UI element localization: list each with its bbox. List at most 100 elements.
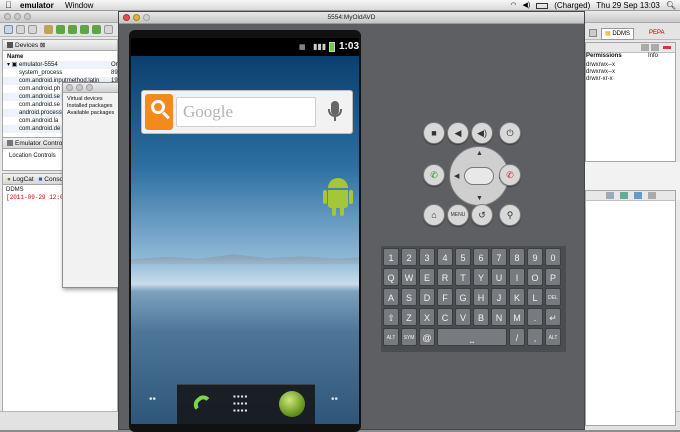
key-2[interactable]: 2 [401,248,417,266]
browser-globe-icon[interactable] [279,391,305,417]
volume-down-icon[interactable]: ◀ [447,122,469,144]
print-icon[interactable] [28,25,37,34]
tab-devices[interactable]: Devices ⊠ [3,40,117,51]
dpad-up-icon[interactable]: ▲ [476,150,483,157]
key-alt-left[interactable]: ALT [383,328,399,346]
zoom-dot-icon[interactable] [24,13,31,20]
tab-console[interactable]: Conso [44,176,63,183]
key-h[interactable]: H [473,288,489,306]
tool-icon[interactable] [80,25,89,34]
key-3[interactable]: 3 [419,248,435,266]
zoom-dot-icon[interactable] [86,84,93,91]
dpad-left-icon[interactable]: ◀ [454,172,459,180]
key-a[interactable]: A [383,288,399,306]
key-j[interactable]: J [491,288,507,306]
battery-icon[interactable] [536,2,549,9]
power-icon[interactable]: ⏻ [499,122,521,144]
key-del[interactable]: DEL [545,288,561,306]
info-column[interactable]: Info [648,53,658,59]
google-logo-icon[interactable] [145,94,173,130]
minimize-dot-icon[interactable] [76,84,83,91]
microphone-icon[interactable] [324,99,346,125]
dpad-down-icon[interactable]: ▼ [476,195,483,202]
key-k[interactable]: K [509,288,525,306]
key-m[interactable]: M [509,308,525,326]
tool-icon[interactable] [634,192,642,199]
key-7[interactable]: 7 [491,248,507,266]
app-launcher-icon[interactable]: ▪▪▪▪ ▪▪▪▪ ▪▪▪▪ [233,393,257,417]
key-0[interactable]: 0 [545,248,561,266]
search-button-icon[interactable]: ⚲ [499,204,521,226]
key-l[interactable]: L [527,288,543,306]
volume-up-icon[interactable]: ◀) [471,122,493,144]
key-at[interactable]: @ [419,328,435,346]
location-controls-label[interactable]: Location Controls [9,153,56,159]
camera-button-icon[interactable]: ■ [423,122,445,144]
delete-icon[interactable] [663,46,671,49]
dpad-center-button[interactable] [464,167,494,185]
google-search-widget[interactable]: Google [141,90,353,134]
close-dot-icon[interactable] [4,13,11,20]
key-comma[interactable]: , [527,328,543,346]
minimize-dot-icon[interactable] [14,13,21,20]
tool-icon[interactable] [606,192,614,199]
tool-icon[interactable] [56,25,65,34]
call-button-icon[interactable]: ✆ [423,164,445,186]
perspective-pepa[interactable]: PEPA [649,28,665,38]
key-alt-right[interactable]: ALT [545,328,561,346]
end-call-button-icon[interactable]: ✆ [499,164,521,186]
key-f[interactable]: F [437,288,453,306]
key-z[interactable]: Z [401,308,417,326]
popup-item-virtual-devices[interactable]: Virtual devices [67,96,103,102]
new-icon[interactable] [4,25,13,34]
key-d[interactable]: D [419,288,435,306]
tool-icon[interactable] [104,25,113,34]
key-9[interactable]: 9 [527,248,543,266]
push-file-icon[interactable] [651,44,659,51]
key-g[interactable]: G [455,288,471,306]
key-r[interactable]: R [437,268,453,286]
popup-item-available-packages[interactable]: Available packages [67,110,114,116]
tool-icon[interactable] [620,192,628,199]
list-item[interactable]: ▾ ▣ emulator-5554 On [3,61,119,69]
key-t[interactable]: T [455,268,471,286]
phone-screen[interactable]: ▦ ▮▮▮ 1:03 Google •• ▪▪▪▪ ▪▪▪▪ ▪▪▪▪ •• [131,38,359,424]
wifi-icon[interactable]: ◠ [510,0,516,11]
pull-file-icon[interactable] [641,44,649,51]
list-item[interactable]: system_process 89 [3,69,118,77]
save-icon[interactable] [16,25,25,34]
key-slash[interactable]: / [509,328,525,346]
spotlight-icon[interactable]: 🔍︎ [666,0,676,11]
key-b[interactable]: B [473,308,489,326]
key-x[interactable]: X [419,308,435,326]
dots-left-icon[interactable]: •• [149,394,156,405]
android-robot-icon[interactable] [323,178,353,222]
key-8[interactable]: 8 [509,248,525,266]
key-4[interactable]: 4 [437,248,453,266]
key-p[interactable]: P [545,268,561,286]
tab-logcat[interactable]: LogCat [13,176,34,183]
popup-item-installed-packages[interactable]: Installed packages [67,103,113,109]
perspective-ddms[interactable]: ▦ DDMS [601,28,635,40]
key-period[interactable]: . [527,308,543,326]
phone-dialer-icon[interactable] [187,391,213,417]
back-button-icon[interactable]: ↺ [471,204,493,226]
tool-icon[interactable] [92,25,101,34]
home-button-icon[interactable]: ⌂ [423,204,445,226]
key-e[interactable]: E [419,268,435,286]
key-q[interactable]: Q [383,268,399,286]
key-s[interactable]: S [401,288,417,306]
apple-menu-icon[interactable]:  [5,0,12,11]
key-v[interactable]: V [455,308,471,326]
android-statusbar[interactable]: ▦ ▮▮▮ 1:03 [131,38,359,56]
tool-icon[interactable] [68,25,77,34]
key-c[interactable]: C [437,308,453,326]
devices-column-name[interactable]: Name [7,53,23,61]
app-menu[interactable]: emulator [20,0,54,11]
key-1[interactable]: 1 [383,248,399,266]
key-y[interactable]: Y [473,268,489,286]
key-5[interactable]: 5 [455,248,471,266]
menu-button[interactable]: MENU [447,204,469,226]
tool-icon[interactable] [648,192,656,199]
volume-icon[interactable]: ◀) [523,0,531,11]
